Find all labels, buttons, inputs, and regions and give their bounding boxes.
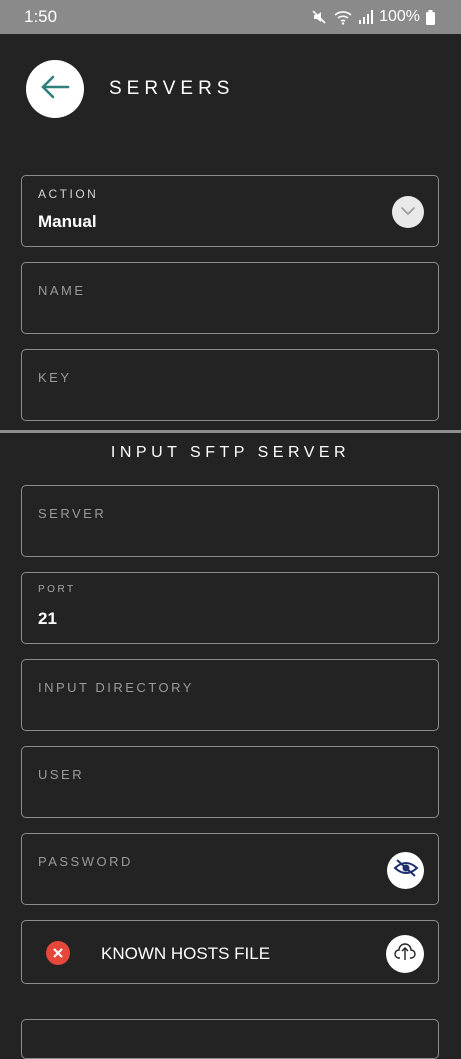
action-value: Manual bbox=[38, 212, 97, 231]
error-x-icon bbox=[46, 941, 70, 965]
port-label: PORT bbox=[38, 584, 76, 595]
known-hosts-file-field[interactable]: KNOWN HOSTS FILE bbox=[21, 920, 439, 984]
server-field[interactable]: SERVER bbox=[21, 485, 439, 557]
chevron-down-icon bbox=[400, 203, 416, 221]
mute-icon bbox=[311, 9, 327, 25]
next-field-partial[interactable] bbox=[21, 1019, 439, 1059]
password-label: PASSWORD bbox=[38, 854, 133, 869]
action-select[interactable]: ACTION Manual bbox=[21, 175, 439, 247]
port-value: 21 bbox=[38, 609, 57, 628]
wifi-icon bbox=[333, 9, 353, 25]
section-title: INPUT SFTP SERVER bbox=[110, 444, 351, 461]
user-label: USER bbox=[38, 767, 85, 782]
known-hosts-label: KNOWN HOSTS FILE bbox=[101, 944, 271, 963]
action-dropdown-toggle[interactable] bbox=[392, 196, 424, 228]
toggle-password-visibility-button[interactable] bbox=[387, 852, 424, 889]
cloud-upload-icon bbox=[394, 942, 416, 967]
user-field[interactable]: USER bbox=[21, 746, 439, 818]
action-label: ACTION bbox=[38, 187, 99, 201]
status-icons: 100% bbox=[311, 8, 435, 26]
input-directory-label: INPUT DIRECTORY bbox=[38, 680, 194, 695]
arrow-left-icon bbox=[38, 70, 72, 109]
key-field[interactable]: KEY bbox=[21, 349, 439, 421]
page-title: SERVERS bbox=[109, 78, 235, 99]
eye-off-icon bbox=[393, 858, 419, 883]
status-time: 1:50 bbox=[24, 7, 58, 26]
back-button[interactable] bbox=[26, 60, 84, 118]
server-label: SERVER bbox=[38, 506, 107, 521]
battery-percentage: 100% bbox=[379, 8, 420, 25]
password-field[interactable]: PASSWORD bbox=[21, 833, 439, 905]
name-label: NAME bbox=[38, 283, 86, 298]
input-directory-field[interactable]: INPUT DIRECTORY bbox=[21, 659, 439, 731]
battery-icon bbox=[426, 9, 435, 25]
key-label: KEY bbox=[38, 370, 72, 385]
upload-known-hosts-button[interactable] bbox=[386, 935, 424, 973]
signal-icon bbox=[359, 10, 374, 24]
name-field[interactable]: NAME bbox=[21, 262, 439, 334]
port-field[interactable]: PORT 21 bbox=[21, 572, 439, 644]
app-header: SERVERS bbox=[0, 34, 461, 144]
status-bar: 1:50 100% bbox=[0, 0, 461, 34]
section-divider bbox=[0, 430, 461, 433]
